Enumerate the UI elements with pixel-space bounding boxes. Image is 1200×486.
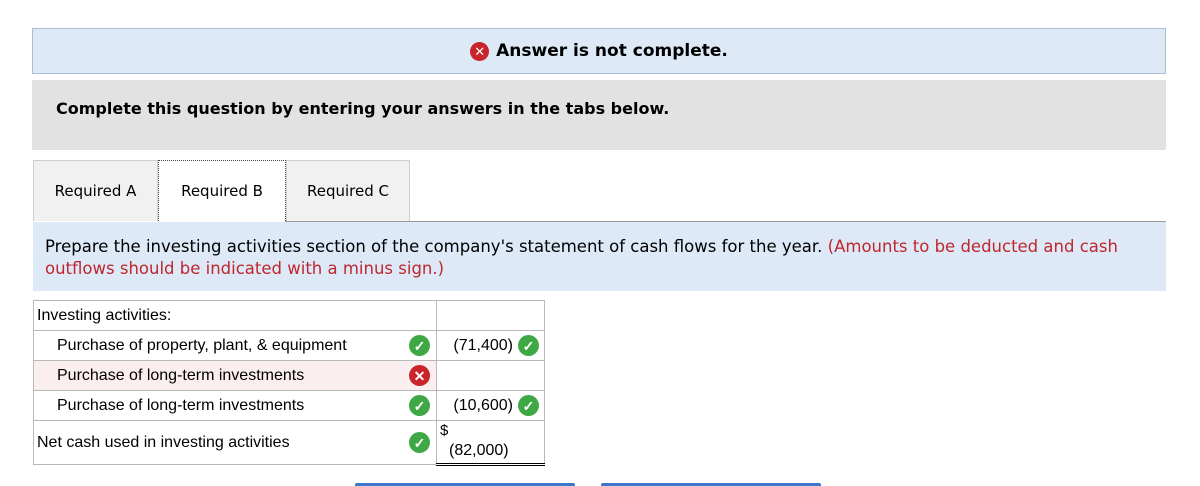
table-row: Purchase of property, plant, & equipment… — [33, 330, 545, 361]
status-text: Answer is not complete. — [496, 41, 728, 61]
heading-value-cell — [436, 300, 545, 331]
row-label-select[interactable]: Purchase of property, plant, & equipment — [57, 337, 347, 355]
prompt-main: Prepare the investing activities section… — [45, 237, 823, 256]
total-amount: (82,000) — [449, 442, 509, 459]
row-label-select[interactable]: Purchase of long-term investments — [57, 367, 304, 385]
tab-bar: Required A Required B Required C — [33, 160, 410, 222]
check-icon: ✓ — [409, 335, 430, 356]
error-icon: ✕ — [470, 41, 490, 61]
total-label-select[interactable]: Net cash used in investing activities — [34, 434, 290, 452]
instructions-box: Complete this question by entering your … — [32, 80, 1166, 150]
tab-required-c[interactable]: Required C — [286, 160, 410, 221]
check-icon: ✓ — [518, 395, 539, 416]
check-icon: ✓ — [409, 395, 430, 416]
table-row: Purchase of long-term investments ✕ — [33, 360, 545, 391]
error-icon: ✕ — [409, 365, 430, 386]
investing-activities-table: Investing activities: Purchase of proper… — [33, 300, 545, 466]
table-row: Purchase of long-term investments ✓ (10,… — [33, 390, 545, 421]
currency-symbol: $ — [440, 422, 449, 439]
table-row: Investing activities: — [33, 300, 545, 331]
instructions-text: Complete this question by entering your … — [56, 99, 670, 118]
section-heading: Investing activities: — [37, 306, 172, 324]
question-prompt: Prepare the investing activities section… — [33, 222, 1166, 291]
status-banner: ✕ Answer is not complete. — [32, 28, 1166, 74]
amount-input[interactable]: (10,600) — [453, 397, 513, 415]
tab-required-b[interactable]: Required B — [158, 160, 286, 221]
row-label-select[interactable]: Purchase of long-term investments — [57, 397, 304, 415]
total-row: Net cash used in investing activities ✓ … — [33, 420, 545, 466]
check-icon: ✓ — [409, 432, 430, 453]
tab-required-a[interactable]: Required A — [33, 160, 158, 221]
check-icon: ✓ — [518, 335, 539, 356]
amount-input[interactable]: (71,400) — [453, 337, 513, 355]
